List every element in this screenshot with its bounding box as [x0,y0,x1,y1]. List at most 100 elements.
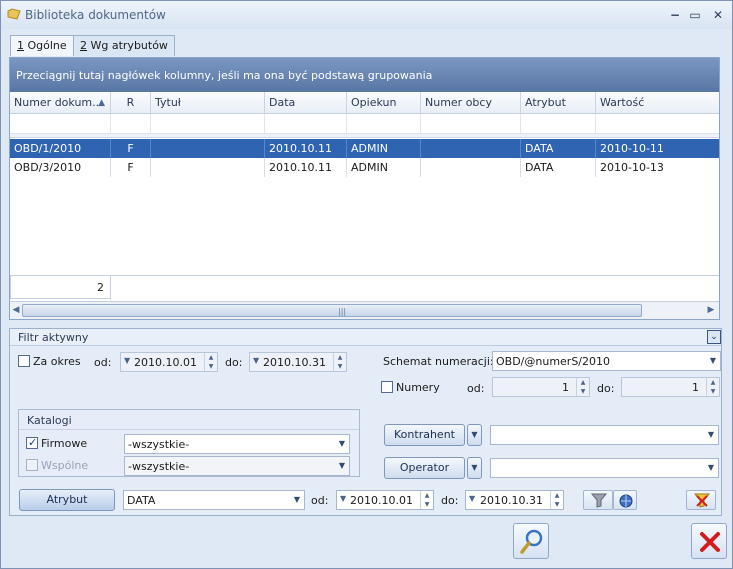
spin-icon[interactable]: ▲ ▼ [420,491,433,509]
minimize-button[interactable]: − [665,5,685,25]
spin-icon[interactable]: ▲ ▼ [333,353,346,371]
column-header-wartosc[interactable]: Wartość [596,92,719,114]
numery-label: Numery [396,381,440,394]
close-window-button[interactable]: ✕ [708,5,728,25]
numery-do-field[interactable]: 1 ▲ ▼ [621,377,720,397]
horizontal-scrollbar[interactable]: ◀ ||| ▶ [10,301,719,319]
katalogi-divider [19,429,359,430]
maximize-button[interactable]: ▭ [685,5,705,25]
tab-wg-atrybutow[interactable]: 2 Wg atrybutów [73,35,175,56]
column-header-tytul[interactable]: Tytuł [151,92,265,114]
tab-ogolne-label: Ogólne [24,39,67,52]
filter-header: Filtr aktywny ⌄ [10,329,721,346]
search-button[interactable] [513,523,549,559]
atrybut-do-field[interactable]: ▼ 2010.10.31 ▲ ▼ [465,490,564,510]
schemat-select[interactable]: OBD/@numerS/2010 ▼ [492,351,721,371]
cell-numer: OBD/1/2010 [10,139,111,158]
filter-cell-wartosc[interactable] [596,114,719,134]
kontrahent-button[interactable]: Kontrahent [384,424,465,446]
chevron-down-icon: ▼ [707,463,714,472]
kontrahent-select[interactable]: ▼ [490,425,719,445]
atrybut-od-label: od: [311,494,329,507]
dropdown-icon[interactable]: ▼ [340,494,346,503]
cell-data: 2010.10.11 [265,139,347,158]
filter-cell-data[interactable] [265,114,347,134]
numery-checkbox[interactable] [381,381,393,393]
scroll-left-icon[interactable]: ◀ [11,304,21,317]
chevron-down-icon: ▼ [293,495,300,504]
operator-dropdown-icon[interactable]: ▼ [467,457,482,479]
magnifier-icon [520,529,543,554]
record-count: 2 [10,275,111,299]
spin-icon[interactable]: ▲ ▼ [576,378,589,396]
group-by-panel[interactable]: Przeciągnij tutaj nagłówek kolumny, jeśl… [10,58,719,92]
spin-icon[interactable]: ▲ ▼ [706,378,719,396]
atrybut-button[interactable]: Atrybut [19,489,115,511]
collapse-icon[interactable]: ⌄ [707,330,721,344]
dropdown-icon[interactable]: ▼ [253,356,259,365]
numery-do-value: 1 [692,381,699,394]
funnel-icon [591,493,607,508]
atrybut-select[interactable]: DATA ▼ [123,490,305,510]
firmowe-checkbox[interactable] [26,436,38,449]
grip-icon: ||| [338,307,347,316]
okres-od-field[interactable]: ▼ 2010.10.01 ▲ ▼ [120,352,218,372]
clear-filter-icon [693,493,711,508]
kontrahent-dropdown-icon[interactable]: ▼ [467,424,482,446]
filter-button[interactable] [583,490,613,510]
spin-icon[interactable]: ▲ ▼ [204,353,217,371]
filter-options-button[interactable] [613,490,637,510]
katalogi-group: Katalogi Firmowe -wszystkie- ▼ Wspólne -… [18,409,360,477]
tab-ogolne[interactable]: 1 Ogólne [10,35,74,56]
column-header-opiekun[interactable]: Opiekun [347,92,421,114]
firmowe-value: -wszystkie- [128,438,190,451]
table-row[interactable]: OBD/3/2010 F 2010.10.11 ADMIN DATA 2010-… [10,158,719,177]
filter-cell-numer-obcy[interactable] [421,114,521,134]
za-okres-checkbox[interactable] [18,355,30,367]
grid-footer [111,275,719,299]
column-header-data[interactable]: Data [265,92,347,114]
grid-header: Numer dokum... ▲ R Tytuł Data Opiekun Nu… [10,92,719,114]
filter-cell-opiekun[interactable] [347,114,421,134]
tab-ogolne-hotkey: 1 [17,39,24,52]
column-header-numer[interactable]: Numer dokum... ▲ [10,92,111,114]
column-header-numer-obcy[interactable]: Numer obcy [421,92,521,114]
numery-od-field[interactable]: 1 ▲ ▼ [492,377,590,397]
filter-cell-r[interactable] [111,114,151,134]
tab-wg-atrybutow-hotkey: 2 [80,39,87,52]
operator-button[interactable]: Operator [384,457,465,479]
spin-icon[interactable]: ▲ ▼ [550,491,563,509]
cell-opiekun: ADMIN [347,139,421,158]
filter-cell-atrybut[interactable] [521,114,596,134]
clear-filter-button[interactable] [686,490,716,510]
scroll-thumb[interactable]: ||| [22,304,642,317]
wspolne-label: Wspólne [41,459,89,472]
numery-od-value: 1 [562,381,569,394]
okres-do-value: 2010.10.31 [263,356,326,369]
column-header-numer-label: Numer dokum... [14,96,103,109]
dropdown-icon[interactable]: ▼ [469,494,475,503]
documents-grid: Przeciągnij tutaj nagłówek kolumny, jeśl… [9,57,720,320]
grid-filter-row [10,114,719,134]
dropdown-icon[interactable]: ▼ [124,356,130,365]
column-header-atrybut[interactable]: Atrybut [521,92,596,114]
cell-tytul [151,139,265,158]
filter-cell-tytul[interactable] [151,114,265,134]
filter-panel: Filtr aktywny ⌄ Za okres od: ▼ 2010.10.0… [9,328,722,516]
wspolne-select[interactable]: -wszystkie- ▼ [124,456,350,476]
scroll-right-icon[interactable]: ▶ [706,304,716,317]
atrybut-od-field[interactable]: ▼ 2010.10.01 ▲ ▼ [336,490,434,510]
cancel-button[interactable] [691,523,727,559]
column-header-r[interactable]: R [111,92,151,114]
filter-cell-numer[interactable] [10,114,111,134]
okres-do-field[interactable]: ▼ 2010.10.31 ▲ ▼ [249,352,347,372]
window-title: Biblioteka dokumentów [25,8,166,22]
operator-select[interactable]: ▼ [490,458,719,478]
wspolne-checkbox[interactable] [26,459,38,471]
cell-data: 2010.10.11 [265,158,347,177]
firmowe-select[interactable]: -wszystkie- ▼ [124,434,350,454]
cell-opiekun: ADMIN [347,158,421,177]
firmowe-label: Firmowe [41,437,88,450]
table-row[interactable]: OBD/1/2010 F 2010.10.11 ADMIN DATA 2010-… [10,139,719,158]
cell-wartosc: 2010-10-11 [600,142,664,155]
